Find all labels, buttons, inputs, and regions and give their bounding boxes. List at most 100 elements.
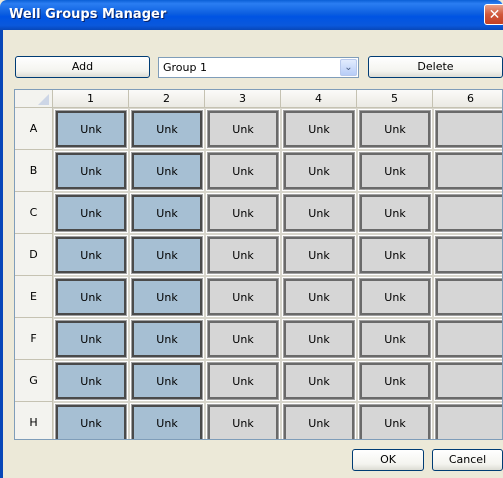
well-E3[interactable]: Unk [207, 278, 279, 316]
well-cell[interactable]: Unk [205, 234, 281, 276]
well-F3[interactable]: Unk [207, 320, 279, 358]
well-cell[interactable]: Unk [281, 360, 357, 402]
row-header-A[interactable]: A [15, 108, 53, 150]
well-F6[interactable] [435, 320, 502, 358]
ok-button[interactable]: OK [352, 449, 424, 471]
column-header-4[interactable]: 4 [281, 90, 357, 108]
well-cell[interactable]: Unk [205, 276, 281, 318]
well-cell[interactable]: Unk [205, 192, 281, 234]
well-A1[interactable]: Unk [55, 110, 127, 148]
well-B5[interactable]: Unk [359, 152, 431, 190]
well-cell[interactable] [433, 276, 502, 318]
well-cell[interactable]: Unk [53, 108, 129, 150]
well-cell[interactable] [433, 108, 502, 150]
well-H1[interactable]: Unk [55, 404, 127, 439]
well-G5[interactable]: Unk [359, 362, 431, 400]
well-A5[interactable]: Unk [359, 110, 431, 148]
well-cell[interactable]: Unk [357, 360, 433, 402]
well-E4[interactable]: Unk [283, 278, 355, 316]
well-cell[interactable]: Unk [357, 150, 433, 192]
well-D1[interactable]: Unk [55, 236, 127, 274]
well-cell[interactable]: Unk [281, 402, 357, 439]
well-cell[interactable]: Unk [53, 150, 129, 192]
well-cell[interactable] [433, 234, 502, 276]
row-header-E[interactable]: E [15, 276, 53, 318]
well-B1[interactable]: Unk [55, 152, 127, 190]
well-cell[interactable]: Unk [281, 192, 357, 234]
well-B6[interactable] [435, 152, 502, 190]
well-H3[interactable]: Unk [207, 404, 279, 439]
well-cell[interactable]: Unk [357, 192, 433, 234]
add-button[interactable]: Add [15, 56, 150, 78]
well-F1[interactable]: Unk [55, 320, 127, 358]
well-G4[interactable]: Unk [283, 362, 355, 400]
well-cell[interactable] [433, 360, 502, 402]
well-cell[interactable]: Unk [53, 192, 129, 234]
well-G6[interactable] [435, 362, 502, 400]
close-button[interactable]: ✕ [484, 4, 503, 25]
row-header-H[interactable]: H [15, 402, 53, 439]
column-header-3[interactable]: 3 [205, 90, 281, 108]
well-cell[interactable]: Unk [357, 276, 433, 318]
row-header-F[interactable]: F [15, 318, 53, 360]
well-cell[interactable] [433, 402, 502, 439]
well-cell[interactable]: Unk [129, 108, 205, 150]
column-header-6[interactable]: 6 [433, 90, 502, 108]
well-D5[interactable]: Unk [359, 236, 431, 274]
chevron-down-icon[interactable]: ⌄ [340, 59, 357, 76]
well-cell[interactable]: Unk [129, 150, 205, 192]
row-header-G[interactable]: G [15, 360, 53, 402]
well-cell[interactable]: Unk [53, 276, 129, 318]
well-C1[interactable]: Unk [55, 194, 127, 232]
well-C6[interactable] [435, 194, 502, 232]
well-B2[interactable]: Unk [131, 152, 203, 190]
well-C2[interactable]: Unk [131, 194, 203, 232]
well-D4[interactable]: Unk [283, 236, 355, 274]
well-cell[interactable]: Unk [205, 150, 281, 192]
well-cell[interactable]: Unk [129, 402, 205, 439]
well-cell[interactable] [433, 318, 502, 360]
column-header-2[interactable]: 2 [129, 90, 205, 108]
well-F5[interactable]: Unk [359, 320, 431, 358]
column-header-5[interactable]: 5 [357, 90, 433, 108]
well-H6[interactable] [435, 404, 502, 439]
well-cell[interactable] [433, 192, 502, 234]
well-cell[interactable]: Unk [281, 150, 357, 192]
delete-button[interactable]: Delete [368, 56, 503, 78]
well-A6[interactable] [435, 110, 502, 148]
well-cell[interactable]: Unk [357, 318, 433, 360]
well-cell[interactable]: Unk [205, 108, 281, 150]
well-C4[interactable]: Unk [283, 194, 355, 232]
well-cell[interactable]: Unk [53, 234, 129, 276]
row-header-C[interactable]: C [15, 192, 53, 234]
well-cell[interactable] [433, 150, 502, 192]
well-cell[interactable]: Unk [205, 402, 281, 439]
well-B4[interactable]: Unk [283, 152, 355, 190]
row-header-B[interactable]: B [15, 150, 53, 192]
well-cell[interactable]: Unk [357, 402, 433, 439]
well-cell[interactable]: Unk [281, 108, 357, 150]
well-F2[interactable]: Unk [131, 320, 203, 358]
well-cell[interactable]: Unk [129, 234, 205, 276]
well-G3[interactable]: Unk [207, 362, 279, 400]
well-cell[interactable]: Unk [53, 318, 129, 360]
group-select[interactable]: Group 1 ⌄ [158, 57, 359, 78]
well-E6[interactable] [435, 278, 502, 316]
well-cell[interactable]: Unk [129, 360, 205, 402]
well-A2[interactable]: Unk [131, 110, 203, 148]
well-cell[interactable]: Unk [53, 402, 129, 439]
well-cell[interactable]: Unk [281, 276, 357, 318]
well-A3[interactable]: Unk [207, 110, 279, 148]
well-cell[interactable]: Unk [357, 234, 433, 276]
grid-corner[interactable] [15, 90, 53, 108]
well-cell[interactable]: Unk [129, 192, 205, 234]
well-cell[interactable]: Unk [357, 108, 433, 150]
well-F4[interactable]: Unk [283, 320, 355, 358]
well-H2[interactable]: Unk [131, 404, 203, 439]
well-cell[interactable]: Unk [205, 318, 281, 360]
well-H5[interactable]: Unk [359, 404, 431, 439]
well-cell[interactable]: Unk [281, 234, 357, 276]
well-E1[interactable]: Unk [55, 278, 127, 316]
cancel-button[interactable]: Cancel [432, 449, 503, 471]
well-cell[interactable]: Unk [53, 360, 129, 402]
